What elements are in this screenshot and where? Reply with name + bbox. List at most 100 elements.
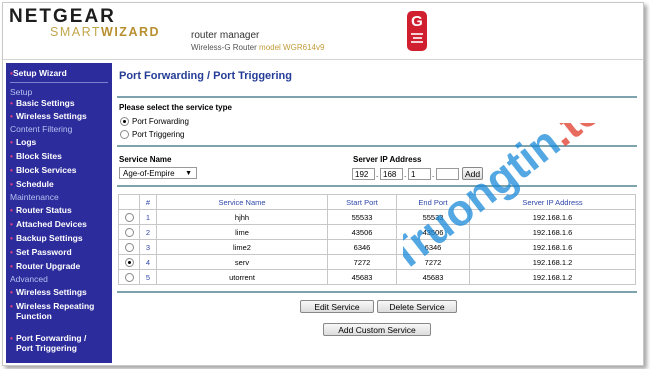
row-radio-button[interactable]: [124, 227, 134, 237]
ip-octet-1-input[interactable]: 192: [352, 168, 375, 180]
header: NETGEAR SMARTWIZARD router manager Wirel…: [3, 3, 643, 61]
row-select-radio[interactable]: [118, 209, 140, 225]
row-end-port: 6346: [396, 239, 470, 255]
port-forwarding-radio[interactable]: [120, 117, 129, 126]
edit-service-button[interactable]: Edit Service: [300, 300, 374, 313]
table-row[interactable]: 2 lime 43506 43506 192.168.1.6: [118, 224, 636, 240]
title-divider: [117, 96, 637, 98]
sidebar-item-advanced-wireless-settings[interactable]: • Wireless Settings: [10, 287, 110, 297]
sidebar-item-attached-devices[interactable]: • Attached Devices: [10, 219, 110, 229]
router-type: Wireless-G Router: [191, 43, 257, 52]
sidebar-divider: [10, 82, 108, 83]
header-divider: [3, 59, 643, 60]
sidebar-item-wireless-settings[interactable]: • Wireless Settings: [10, 111, 110, 121]
port-triggering-label: Port Triggering: [132, 130, 185, 139]
service-name-value: Age-of-Empire: [123, 169, 175, 178]
row-select-radio[interactable]: [118, 239, 140, 255]
column-header-number: #: [139, 194, 157, 210]
row-end-port: 55533: [396, 209, 470, 225]
column-header-end-port: End Port: [396, 194, 470, 210]
router-model: model WGR614v9: [259, 43, 325, 52]
sidebar-item-setup-wizard[interactable]: ▪Setup Wizard: [10, 68, 67, 78]
router-model-subtitle: Wireless-G Router model WGR614v9: [191, 43, 324, 52]
service-name-select[interactable]: Age-of-Empire ▼: [119, 167, 197, 179]
sidebar: ▪Setup Wizard Setup • Basic Settings • Wir…: [6, 63, 112, 363]
row-select-radio[interactable]: [118, 269, 140, 285]
row-radio-button[interactable]: [124, 212, 134, 222]
ip-dot: .: [404, 170, 407, 179]
sidebar-item-block-sites[interactable]: • Block Sites: [10, 151, 110, 161]
services-table-body: 1 hjhh 55533 55533 192.168.1.6 2 lime 43506 4350…: [118, 209, 636, 285]
badge-line: [411, 33, 423, 35]
sidebar-section-maintenance: Maintenance: [10, 192, 59, 202]
sidebar-item-set-password[interactable]: • Set Password: [10, 247, 110, 257]
table-bottom-divider: [117, 291, 637, 293]
port-forwarding-label: Port Forwarding: [132, 117, 189, 126]
service-type-label: Please select the service type: [119, 103, 232, 112]
sidebar-item-port-forwarding[interactable]: • Port Forwarding / Port Triggering: [10, 333, 110, 353]
services-table: # Service Name Start Port End Port Serve…: [118, 194, 636, 285]
row-end-port: 7272: [396, 254, 470, 270]
row-server-ip: 192.168.1.6: [469, 239, 636, 255]
wizard-text: WIZARD: [101, 25, 161, 39]
service-name-label: Service Name: [119, 155, 172, 164]
sidebar-section-setup: Setup: [10, 87, 33, 97]
column-header-service-name: Service Name: [156, 194, 328, 210]
row-server-ip: 192.168.1.2: [469, 254, 636, 270]
row-number: 5: [139, 269, 157, 285]
sidebar-item-block-services[interactable]: • Block Services: [10, 165, 110, 175]
sidebar-item-basic-settings[interactable]: • Basic Settings: [10, 98, 110, 108]
dropdown-arrow-icon: ▼: [185, 170, 192, 177]
delete-service-button[interactable]: Delete Service: [377, 300, 457, 313]
sidebar-item-logs[interactable]: • Logs: [10, 137, 110, 147]
smart-text: SMART: [50, 25, 102, 39]
row-start-port: 7272: [327, 254, 397, 270]
row-start-port: 45683: [327, 269, 397, 285]
badge-line: [411, 41, 423, 43]
row-start-port: 6346: [327, 239, 397, 255]
router-manager-title: router manager: [191, 30, 260, 41]
ip-octet-3-input[interactable]: 1: [408, 168, 431, 180]
table-row[interactable]: 1 hjhh 55533 55533 192.168.1.6: [118, 209, 636, 225]
column-header-server-ip: Server IP Address: [469, 194, 636, 210]
table-row[interactable]: 5 utorrent 45683 45683 192.168.1.2: [118, 269, 636, 285]
row-radio-button[interactable]: [124, 257, 134, 267]
section-divider: [117, 185, 637, 187]
sidebar-item-schedule[interactable]: • Schedule: [10, 179, 110, 189]
row-service-name: hjhh: [156, 209, 328, 225]
row-service-name: serv: [156, 254, 328, 270]
sidebar-section-content-filtering: Content Filtering: [10, 124, 73, 134]
sidebar-item-router-status[interactable]: • Router Status: [10, 205, 110, 215]
row-select-radio[interactable]: [118, 224, 140, 240]
sidebar-item-backup-settings[interactable]: • Backup Settings: [10, 233, 110, 243]
add-custom-service-button[interactable]: Add Custom Service: [323, 323, 431, 336]
row-number: 2: [139, 224, 157, 240]
table-row[interactable]: 3 lime2 6346 6346 192.168.1.6: [118, 239, 636, 255]
row-end-port: 45683: [396, 269, 470, 285]
ip-octet-4-input[interactable]: [436, 168, 459, 180]
ip-dot: .: [376, 170, 379, 179]
row-service-name: lime2: [156, 239, 328, 255]
table-row[interactable]: 4 serv 7272 7272 192.168.1.2: [118, 254, 636, 270]
add-button[interactable]: Add: [462, 167, 483, 180]
main-panel: Port Forwarding / Port Triggering Please…: [115, 61, 643, 365]
smartwizard-logo: SMARTWIZARD: [50, 25, 160, 39]
server-ip-label: Server IP Address: [353, 155, 422, 164]
row-service-name: lime: [156, 224, 328, 240]
ip-octet-2-input[interactable]: 168: [380, 168, 403, 180]
row-select-radio[interactable]: [118, 254, 140, 270]
port-triggering-radio[interactable]: [120, 130, 129, 139]
table-header-row: # Service Name Start Port End Port Serve…: [118, 194, 636, 210]
column-header-start-port: Start Port: [327, 194, 397, 210]
sidebar-item-router-upgrade[interactable]: • Router Upgrade: [10, 261, 110, 271]
sidebar-section-advanced: Advanced: [10, 274, 48, 284]
sidebar-item-wireless-repeating[interactable]: • Wireless Repeating Function: [10, 301, 110, 321]
ip-dot: .: [432, 170, 435, 179]
row-radio-button[interactable]: [124, 242, 134, 252]
row-server-ip: 192.168.1.2: [469, 269, 636, 285]
row-number: 1: [139, 209, 157, 225]
badge-letter: G: [411, 13, 423, 30]
badge-line: [412, 37, 422, 39]
row-radio-button[interactable]: [124, 272, 134, 282]
select-column-header: [118, 194, 140, 210]
